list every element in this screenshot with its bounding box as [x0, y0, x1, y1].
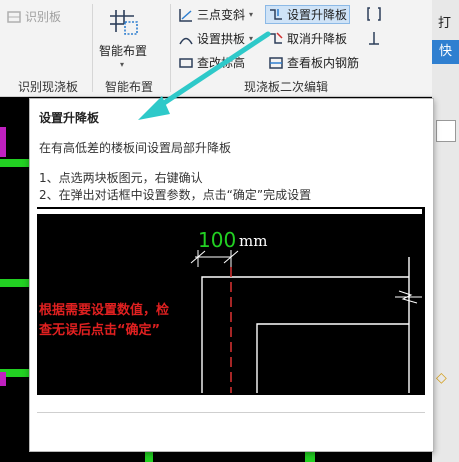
tooltip-divider — [37, 412, 425, 413]
set-raise-lower-slab-label: 设置升降板 — [287, 8, 348, 22]
group-label-edit: 现浇板二次编辑 — [244, 80, 329, 94]
chevron-down-icon: ▾ — [249, 10, 254, 19]
check-elevation-button[interactable]: 查改标高 — [178, 54, 245, 71]
panel-input[interactable] — [436, 120, 456, 142]
cancel-raise-icon — [268, 31, 284, 47]
identify-slab-label: 识别板 — [25, 10, 62, 24]
canvas-magenta-mark — [0, 372, 6, 386]
tooltip-step-1: 1、点选两块板图元，右键确认 — [39, 171, 203, 185]
group-label-smart: 智能布置 — [105, 80, 154, 94]
chevron-down-icon: ▾ — [249, 34, 254, 43]
identify-slab-icon — [6, 9, 22, 25]
canvas-magenta-mark — [0, 127, 6, 157]
preview-note-line-1: 根据需要设置数值，检 — [39, 302, 169, 318]
identify-slab-button[interactable]: 识别板 — [6, 8, 61, 25]
dimension-value: 100 — [198, 228, 236, 252]
canvas-green-line — [0, 279, 29, 287]
tooltip-step-2: 2、在弹出对话框中设置参数，点击“确定”完成设置 — [39, 188, 312, 202]
smart-layout-button[interactable]: 智能布置 — [99, 42, 147, 59]
set-arch-slab-label: 设置拱板 — [197, 32, 246, 46]
rebar-icon — [268, 55, 284, 71]
group-label-identify: 识别现浇板 — [18, 80, 79, 94]
tooltip-title: 设置升降板 — [39, 111, 100, 125]
canvas-green-line — [0, 159, 29, 167]
canvas-green-line — [305, 451, 315, 462]
group-divider — [92, 4, 93, 92]
view-slab-rebar-label: 查看板内钢筋 — [287, 56, 360, 70]
three-point-slope-label: 三点变斜 — [197, 8, 246, 22]
feature-tooltip: 设置升降板 在有高低差的楼板间设置局部升降板 1、点选两块板图元，右键确认 2、… — [29, 98, 434, 452]
preview-note-line-2: 查无误后点击“确定” — [38, 322, 160, 338]
cancel-raise-lower-slab-button[interactable]: 取消升降板 — [268, 30, 347, 47]
check-elevation-label: 查改标高 — [197, 56, 246, 70]
right-panel-strip: 打 快 ◇ — [432, 0, 459, 462]
cad-preview-drawing: 100 mm 根据需要设置数值，检 查无误后点击“确定” — [37, 209, 422, 393]
right-panel-char: 打 — [438, 16, 452, 31]
anchor-icon — [366, 30, 382, 46]
tooltip-description: 在有高低差的楼板间设置局部升降板 — [39, 141, 232, 155]
dimension-unit: mm — [239, 232, 267, 250]
group-divider — [170, 4, 171, 92]
elevation-icon — [178, 55, 194, 71]
bracket-icon — [366, 6, 382, 22]
three-point-slope-button[interactable]: 三点变斜 ▾ — [178, 6, 253, 23]
set-arch-slab-button[interactable]: 设置拱板 ▾ — [178, 30, 253, 47]
cancel-raise-lower-slab-label: 取消升降板 — [287, 32, 348, 46]
slab-tool-button[interactable] — [366, 6, 382, 22]
right-panel-tab[interactable]: 快 — [432, 40, 459, 64]
view-slab-rebar-button[interactable]: 查看板内钢筋 — [268, 54, 359, 71]
arch-slab-icon — [178, 31, 194, 47]
smart-layout-label: 智能布置 — [99, 44, 148, 58]
chevron-down-icon[interactable]: ▾ — [120, 60, 124, 69]
raise-lower-slab-icon — [268, 7, 284, 23]
smart-layout-icon — [108, 6, 140, 38]
canvas-green-line — [145, 451, 153, 462]
anchor-tool-button[interactable] — [366, 30, 382, 46]
set-raise-lower-slab-button[interactable]: 设置升降板 — [265, 5, 351, 24]
three-point-slope-icon — [178, 7, 194, 23]
ribbon-toolbar: 识别板 识别现浇板 智能布置 ▾ 智能布置 三点变斜 ▾ 设置升降板 设置拱板 … — [0, 0, 432, 97]
tooltip-preview-image: 100 mm 根据需要设置数值，检 查无误后点击“确定” — [37, 207, 425, 395]
warning-diamond-icon[interactable]: ◇ — [436, 370, 454, 388]
